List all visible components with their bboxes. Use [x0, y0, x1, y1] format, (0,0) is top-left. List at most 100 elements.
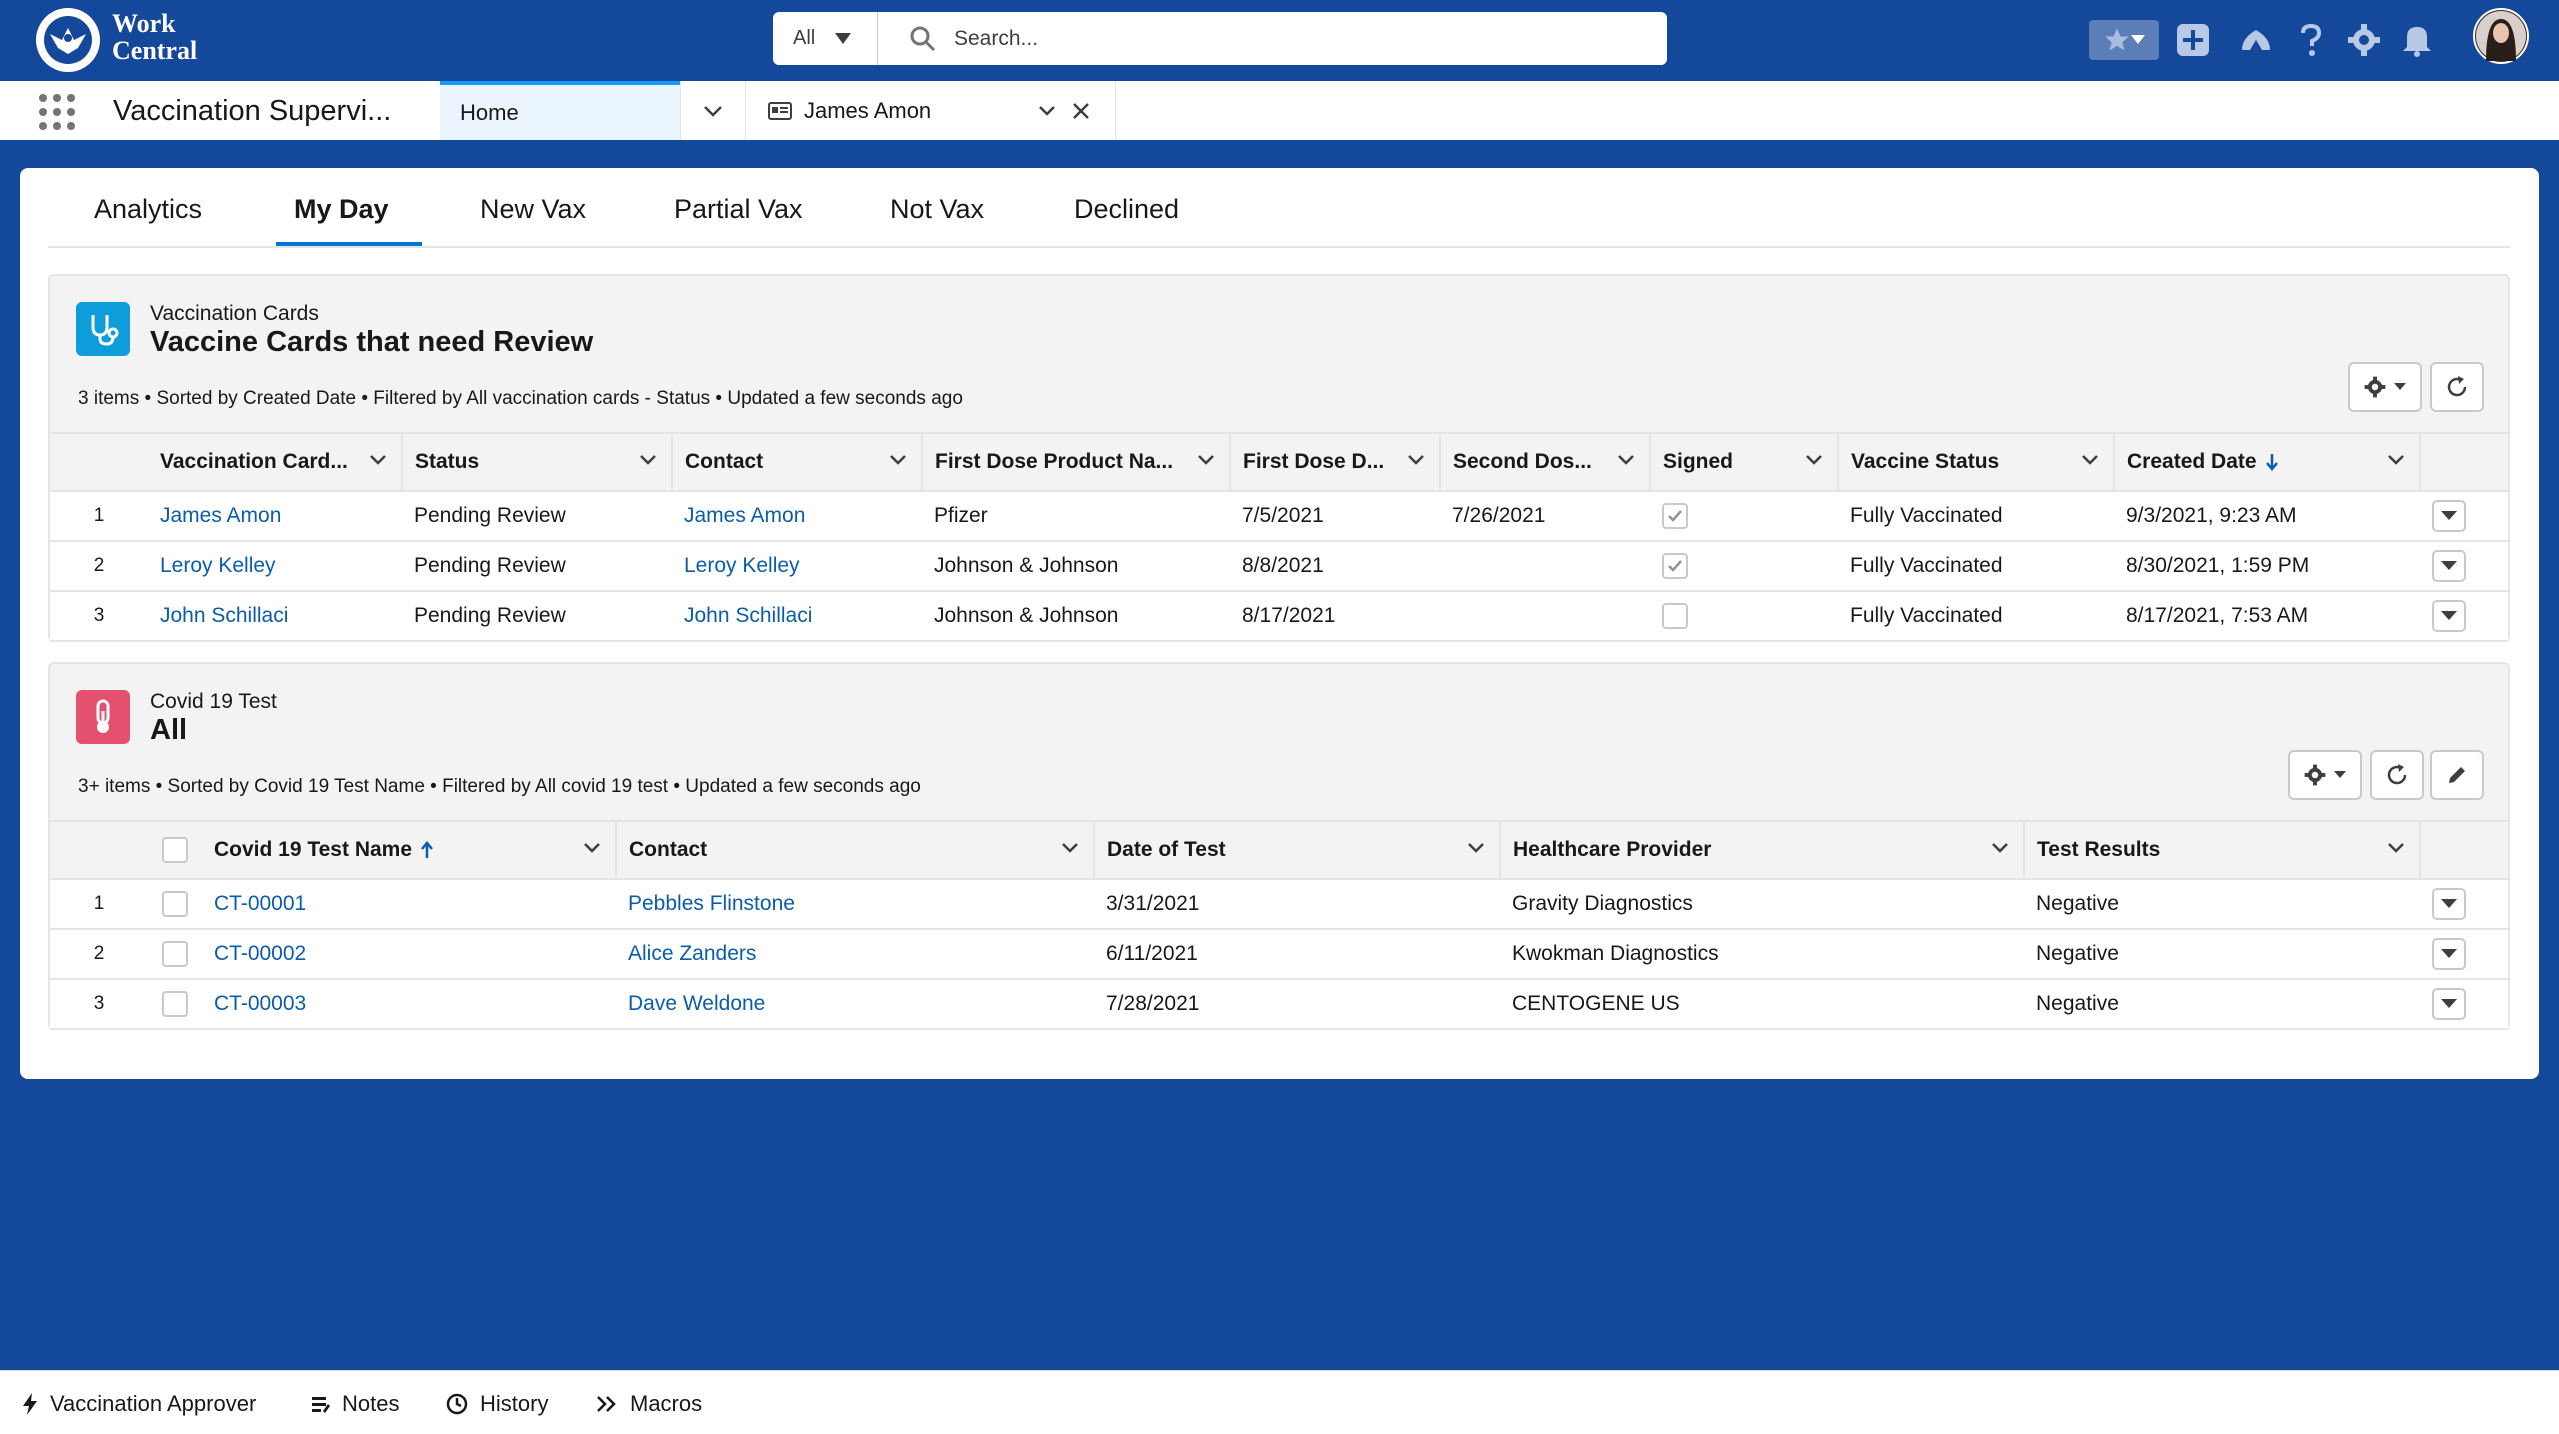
- contact-link[interactable]: John Schillaci: [684, 604, 812, 627]
- select-all-header[interactable]: [148, 820, 202, 880]
- row-select-checkbox[interactable]: [162, 991, 188, 1017]
- contact-link[interactable]: Dave Weldone: [628, 992, 765, 1015]
- tab-my-day[interactable]: My Day: [294, 194, 389, 225]
- chevron-down-icon[interactable]: [639, 454, 657, 466]
- utility-vaccination-approver[interactable]: Vaccination Approver: [22, 1391, 256, 1417]
- cell-select[interactable]: [148, 879, 202, 930]
- chevron-down-icon[interactable]: [583, 842, 601, 854]
- cell-contact[interactable]: James Amon: [672, 491, 922, 542]
- chevron-down-icon[interactable]: [1991, 842, 2009, 854]
- contact-link[interactable]: James Amon: [684, 504, 805, 527]
- tab-partial-vax[interactable]: Partial Vax: [674, 194, 803, 225]
- search-input[interactable]: [954, 26, 1554, 51]
- utility-notes[interactable]: Notes: [310, 1391, 399, 1417]
- column-header-second-dose[interactable]: Second Dos...: [1440, 432, 1651, 492]
- row-action-menu[interactable]: [2432, 550, 2466, 582]
- cell-contact[interactable]: Alice Zanders: [616, 929, 1094, 980]
- contact-link[interactable]: Pebbles Flinstone: [628, 892, 795, 915]
- setup-button[interactable]: [2344, 20, 2384, 60]
- row-action-menu[interactable]: [2432, 938, 2466, 970]
- cell-test-name[interactable]: CT-00001: [202, 879, 616, 930]
- column-header-signed[interactable]: Signed: [1650, 432, 1839, 492]
- chevron-down-icon[interactable]: [2387, 842, 2405, 854]
- column-header-date-of-test[interactable]: Date of Test: [1094, 820, 1501, 880]
- column-header-vaccination-card[interactable]: Vaccination Card...: [148, 432, 403, 492]
- chevron-down-icon[interactable]: [1061, 842, 1079, 854]
- select-all-checkbox[interactable]: [162, 837, 188, 863]
- list-title[interactable]: Vaccine Cards that need Review: [150, 326, 593, 359]
- list-settings-button[interactable]: [2288, 750, 2362, 800]
- trailhead-button[interactable]: [2236, 20, 2276, 60]
- column-header-test-name[interactable]: Covid 19 Test Name: [202, 820, 617, 880]
- notifications-button[interactable]: [2397, 20, 2437, 60]
- cell-contact[interactable]: Dave Weldone: [616, 979, 1094, 1030]
- chevron-down-icon[interactable]: [1805, 454, 1823, 466]
- chevron-down-icon[interactable]: [889, 454, 907, 466]
- card-link[interactable]: John Schillaci: [160, 604, 288, 627]
- column-header-first-dose-date[interactable]: First Dose D...: [1230, 432, 1441, 492]
- chevron-down-icon[interactable]: [369, 454, 387, 466]
- chevron-down-icon[interactable]: [1038, 105, 1056, 117]
- row-select-checkbox[interactable]: [162, 891, 188, 917]
- search-scope-dropdown[interactable]: All: [773, 12, 878, 65]
- tab-analytics[interactable]: Analytics: [94, 194, 202, 225]
- chevron-down-icon[interactable]: [1617, 454, 1635, 466]
- chevron-down-icon[interactable]: [2081, 454, 2099, 466]
- tab-new-vax[interactable]: New Vax: [480, 194, 586, 225]
- column-header-healthcare-provider[interactable]: Healthcare Provider: [1500, 820, 2025, 880]
- cell-test-name[interactable]: CT-00002: [202, 929, 616, 980]
- cell-select[interactable]: [148, 979, 202, 1030]
- tab-not-vax[interactable]: Not Vax: [890, 194, 984, 225]
- column-header-created-date[interactable]: Created Date: [2114, 432, 2421, 492]
- list-settings-button[interactable]: [2348, 362, 2422, 412]
- chevron-down-icon[interactable]: [2387, 454, 2405, 466]
- app-launcher-icon[interactable]: [38, 93, 76, 131]
- cell-contact[interactable]: John Schillaci: [672, 591, 922, 642]
- tab-declined[interactable]: Declined: [1074, 194, 1179, 225]
- tab-home[interactable]: Home: [440, 81, 680, 140]
- cell-test-name[interactable]: CT-00003: [202, 979, 616, 1030]
- column-header-contact[interactable]: Contact: [672, 432, 923, 492]
- cell-contact[interactable]: Pebbles Flinstone: [616, 879, 1094, 930]
- column-header-test-results[interactable]: Test Results: [2024, 820, 2421, 880]
- column-header-contact[interactable]: Contact: [616, 820, 1095, 880]
- test-name-link[interactable]: CT-00003: [214, 992, 306, 1015]
- chevron-down-icon[interactable]: [1467, 842, 1485, 854]
- eagle-logo-icon[interactable]: [36, 8, 100, 72]
- list-title[interactable]: All: [150, 714, 187, 747]
- chevron-down-icon[interactable]: [1197, 454, 1215, 466]
- close-icon[interactable]: [1072, 102, 1090, 120]
- global-actions-button[interactable]: [2173, 20, 2213, 60]
- cell-card-name[interactable]: James Amon: [148, 491, 402, 542]
- test-name-link[interactable]: CT-00002: [214, 942, 306, 965]
- cell-card-name[interactable]: John Schillaci: [148, 591, 402, 642]
- edit-button[interactable]: [2430, 750, 2484, 800]
- favorites-button[interactable]: [2089, 20, 2159, 60]
- refresh-button[interactable]: [2430, 362, 2484, 412]
- row-action-menu[interactable]: [2432, 600, 2466, 632]
- tab-james-amon[interactable]: James Amon: [746, 81, 1116, 140]
- test-name-link[interactable]: CT-00001: [214, 892, 306, 915]
- column-header-first-dose-product[interactable]: First Dose Product Na...: [922, 432, 1231, 492]
- row-select-checkbox[interactable]: [162, 941, 188, 967]
- utility-history[interactable]: History: [446, 1391, 548, 1417]
- contact-link[interactable]: Leroy Kelley: [684, 554, 800, 577]
- column-header-status[interactable]: Status: [402, 432, 673, 492]
- row-action-menu[interactable]: [2432, 888, 2466, 920]
- column-header-vaccine-status[interactable]: Vaccine Status: [1838, 432, 2115, 492]
- tab-home-menu[interactable]: [680, 81, 746, 140]
- contact-link[interactable]: Alice Zanders: [628, 942, 756, 965]
- utility-macros[interactable]: Macros: [596, 1391, 702, 1417]
- cell-card-name[interactable]: Leroy Kelley: [148, 541, 402, 592]
- refresh-button[interactable]: [2370, 750, 2424, 800]
- help-button[interactable]: [2291, 20, 2331, 60]
- row-action-menu[interactable]: [2432, 500, 2466, 532]
- card-link[interactable]: James Amon: [160, 504, 281, 527]
- row-action-menu[interactable]: [2432, 988, 2466, 1020]
- chevron-down-icon[interactable]: [1407, 454, 1425, 466]
- cell-contact[interactable]: Leroy Kelley: [672, 541, 922, 592]
- user-avatar-icon: [2476, 11, 2526, 61]
- card-link[interactable]: Leroy Kelley: [160, 554, 276, 577]
- cell-select[interactable]: [148, 929, 202, 980]
- avatar[interactable]: [2473, 8, 2529, 64]
